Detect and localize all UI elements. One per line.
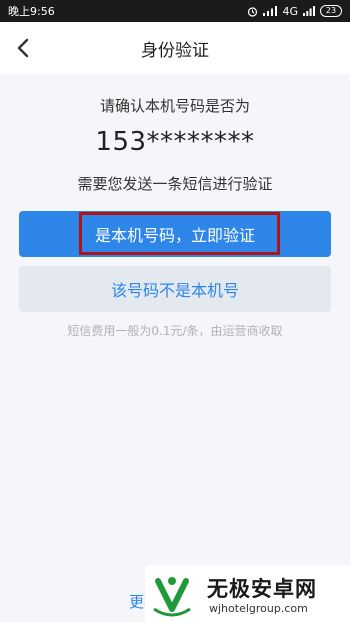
status-icons: 4G 23 <box>247 5 342 18</box>
signal-icon <box>263 6 278 16</box>
not-my-number-button[interactable]: 该号码不是本机号 <box>19 266 331 312</box>
watermark-title: 无极安卓网 <box>207 577 317 601</box>
watermark-url: wjhotelgroup.com <box>209 602 308 615</box>
sms-fee-note: 短信费用一般为0.1元/条，由运营商收取 <box>67 324 283 338</box>
status-time: 晚上9:56 <box>8 5 55 18</box>
confirm-verify-button[interactable]: 是本机号码，立即验证 <box>19 211 331 257</box>
watermark-logo-icon <box>153 577 191 617</box>
chevron-left-icon[interactable] <box>12 36 36 60</box>
network-type: 4G <box>282 4 298 18</box>
status-bar: 晚上9:56 4G 23 <box>0 0 350 22</box>
page-title: 身份验证 <box>141 40 209 61</box>
watermark: 无极安卓网 wjhotelgroup.com <box>145 565 350 622</box>
alarm-icon <box>247 6 258 17</box>
battery-icon: 23 <box>320 5 342 17</box>
battery-level: 23 <box>325 6 337 15</box>
signal-bars-icon <box>303 6 315 16</box>
header-bar: 身份验证 <box>0 22 350 74</box>
sms-notice: 需要您发送一条短信进行验证 <box>77 175 273 193</box>
phone-number: 153******** <box>95 127 255 157</box>
verify-prompt: 请确认本机号码是否为 <box>99 97 250 115</box>
